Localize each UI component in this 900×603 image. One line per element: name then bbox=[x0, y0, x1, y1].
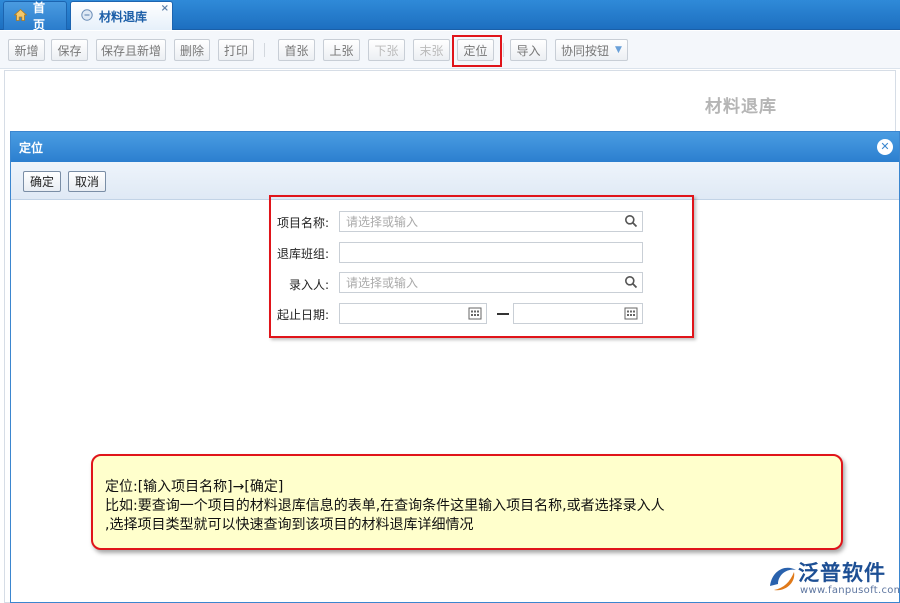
return-team-label: 退库班组: bbox=[276, 247, 329, 261]
chevron-down-icon: ▼ bbox=[615, 45, 622, 55]
start-date-input[interactable] bbox=[339, 303, 487, 324]
next-record-button[interactable]: 下张 bbox=[368, 39, 405, 61]
project-name-label: 项目名称: bbox=[276, 216, 329, 230]
calendar-icon[interactable] bbox=[468, 306, 482, 320]
print-button[interactable]: 打印 bbox=[218, 39, 254, 61]
tab-material-return[interactable]: 材料退库 × bbox=[70, 1, 173, 30]
entered-by-input[interactable]: 请选择或输入 bbox=[339, 272, 643, 293]
callout-line-2: 比如:要查询一个项目的材料退库信息的表单,在查询条件这里输入项目名称,或者选择录… bbox=[105, 498, 665, 514]
cancel-button[interactable]: 取消 bbox=[68, 171, 106, 192]
close-icon[interactable]: × bbox=[161, 3, 169, 14]
search-icon[interactable] bbox=[624, 214, 638, 228]
toolbar-separator bbox=[503, 43, 504, 57]
dialog-header: 定位 ✕ bbox=[11, 132, 899, 162]
locate-highlight-frame bbox=[452, 35, 502, 67]
watermark-name: 泛普软件 bbox=[798, 561, 886, 585]
tab-material-return-label: 材料退库 bbox=[99, 9, 148, 24]
date-range-label: 起止日期: bbox=[276, 308, 329, 322]
date-range-separator bbox=[497, 313, 509, 315]
page-title: 材料退库 bbox=[705, 97, 777, 117]
tab-bar: 首页 材料退库 × bbox=[0, 0, 900, 32]
entered-by-label: 录入人: bbox=[288, 278, 329, 292]
search-icon[interactable] bbox=[624, 275, 638, 289]
project-name-input[interactable]: 请选择或输入 bbox=[339, 211, 643, 232]
import-button[interactable]: 导入 bbox=[510, 39, 547, 61]
add-button[interactable]: 新增 bbox=[8, 39, 45, 61]
confirm-button[interactable]: 确定 bbox=[23, 171, 61, 192]
last-record-button[interactable]: 末张 bbox=[413, 39, 450, 61]
collaboration-dropdown-button[interactable]: 协同按钮 ▼ bbox=[555, 39, 628, 61]
tab-home-label: 首页 bbox=[33, 1, 46, 32]
doc-circle-icon bbox=[81, 8, 93, 24]
close-icon[interactable]: ✕ bbox=[877, 139, 893, 155]
end-date-input[interactable] bbox=[513, 303, 643, 324]
tab-home[interactable]: 首页 bbox=[3, 1, 67, 32]
project-name-placeholder: 请选择或输入 bbox=[346, 215, 419, 229]
return-team-input[interactable] bbox=[339, 242, 643, 263]
first-record-button[interactable]: 首张 bbox=[278, 39, 315, 61]
previous-record-button[interactable]: 上张 bbox=[323, 39, 360, 61]
save-button[interactable]: 保存 bbox=[51, 39, 88, 61]
save-and-add-button[interactable]: 保存且新增 bbox=[96, 39, 166, 61]
toolbar-separator bbox=[264, 43, 265, 57]
toolbar: 新增 保存 保存且新增 删除 打印 首张 上张 下张 末张 定位 导入 协同按钮… bbox=[0, 31, 900, 69]
callout-line-3: ,选择项目类型就可以快速查询到该项目的材料退库详细情况 bbox=[105, 517, 474, 533]
dialog-title: 定位 bbox=[19, 140, 44, 155]
callout-line-1: 定位:[输入项目名称]→[确定] bbox=[105, 479, 284, 495]
watermark-url: www.fanpusoft.com bbox=[800, 585, 900, 596]
calendar-icon[interactable] bbox=[624, 306, 638, 320]
home-icon bbox=[13, 8, 28, 24]
entered-by-placeholder: 请选择或输入 bbox=[346, 276, 419, 290]
instruction-callout: 定位:[输入项目名称]→[确定] 比如:要查询一个项目的材料退库信息的表单,在查… bbox=[91, 454, 843, 550]
delete-button[interactable]: 删除 bbox=[174, 39, 210, 61]
collaboration-dropdown-label: 协同按钮 bbox=[561, 43, 610, 58]
